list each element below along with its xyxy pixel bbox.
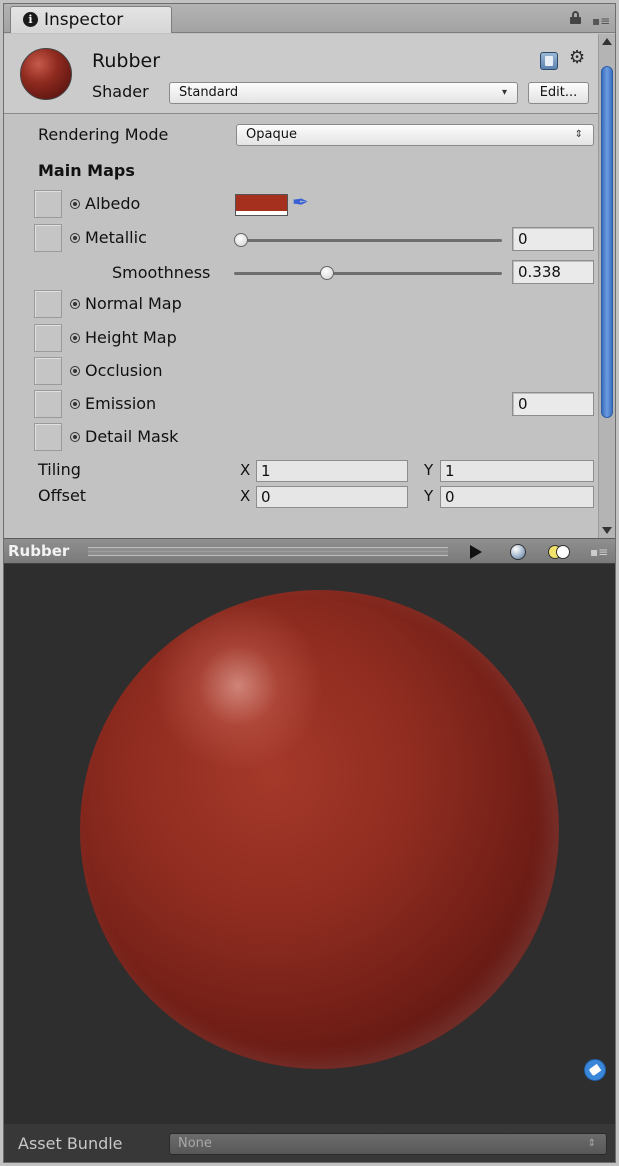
preview-title: Rubber [8, 542, 70, 560]
inspector-scrollbar[interactable] [598, 34, 615, 538]
offset-y-field[interactable]: 0 [440, 486, 594, 508]
occlusion-slot[interactable] [34, 357, 62, 385]
smoothness-slider[interactable] [234, 265, 502, 281]
shader-label: Shader [92, 82, 149, 101]
emission-value-field[interactable]: 0 [512, 392, 594, 416]
material-header: Rubber Shader ⚙ Standard ▾ Edit... [4, 34, 598, 114]
normal-map-slot[interactable] [34, 290, 62, 318]
slider-knob[interactable] [319, 266, 334, 280]
tab-inspector-label: Inspector [44, 10, 124, 30]
metallic-slider[interactable] [234, 232, 502, 248]
texture-picker-icon[interactable] [70, 432, 80, 442]
asset-bundle-label: Asset Bundle [18, 1134, 123, 1153]
eyedropper-icon[interactable]: ✒ [292, 190, 309, 214]
material-name: Rubber [92, 50, 161, 72]
dropdown-arrow-icon: ▾ [501, 87, 507, 98]
shader-dropdown-value: Standard [179, 85, 239, 100]
tiling-label: Tiling [38, 460, 81, 479]
emission-label: Emission [70, 394, 156, 413]
info-icon: i [23, 12, 38, 27]
panel-menu-icon[interactable]: ▪≡ [592, 14, 610, 28]
edit-shader-button[interactable]: Edit... [528, 82, 589, 104]
slider-track [234, 239, 502, 242]
asset-bundle-value: None [178, 1136, 212, 1151]
emission-slot[interactable] [34, 390, 62, 418]
help-book-icon[interactable] [540, 52, 558, 70]
offset-x-axis-label: X [240, 487, 251, 505]
texture-picker-icon[interactable] [70, 366, 80, 376]
preview-toolbar[interactable]: Rubber ▪≡ [4, 538, 615, 564]
height-map-label: Height Map [70, 328, 177, 347]
albedo-color-swatch[interactable] [235, 194, 288, 216]
slider-track [234, 272, 502, 275]
play-icon[interactable] [470, 545, 482, 559]
metallic-texture-slot[interactable] [34, 224, 62, 252]
texture-picker-icon[interactable] [70, 299, 80, 309]
tiling-x-axis-label: X [240, 461, 251, 479]
rendering-mode-dropdown[interactable]: Opaque ⇕ [236, 124, 594, 146]
tag-icon[interactable] [584, 1059, 606, 1081]
metallic-label: Metallic [70, 228, 147, 247]
offset-label: Offset [38, 486, 87, 505]
gear-icon[interactable]: ⚙ [569, 47, 585, 68]
lock-icon[interactable] [570, 11, 581, 24]
updown-arrow-icon: ⇕ [587, 1138, 596, 1149]
material-preview[interactable] [4, 564, 615, 1124]
height-map-slot[interactable] [34, 324, 62, 352]
tiling-y-axis-label: Y [424, 461, 434, 479]
offset-y-axis-label: Y [424, 487, 434, 505]
detail-mask-slot[interactable] [34, 423, 62, 451]
scroll-thumb[interactable] [601, 66, 613, 418]
texture-picker-icon[interactable] [70, 333, 80, 343]
scroll-up-icon[interactable] [602, 38, 612, 45]
rendering-mode-value: Opaque [246, 127, 297, 142]
tab-inspector[interactable]: i Inspector [10, 6, 172, 33]
texture-picker-icon[interactable] [70, 399, 80, 409]
material-thumbnail [20, 48, 72, 100]
tiling-y-field[interactable]: 1 [440, 460, 594, 482]
occlusion-label: Occlusion [70, 361, 162, 380]
smoothness-value-field[interactable]: 0.338 [512, 260, 594, 284]
asset-bundle-dropdown[interactable]: None ⇕ [169, 1133, 607, 1155]
updown-arrow-icon: ⇕ [574, 129, 583, 140]
shader-dropdown[interactable]: Standard ▾ [169, 82, 518, 104]
texture-picker-icon[interactable] [70, 199, 80, 209]
texture-picker-icon[interactable] [70, 233, 80, 243]
albedo-label: Albedo [70, 194, 140, 213]
tab-bar: i Inspector ▪≡ [4, 4, 615, 33]
metallic-value-field[interactable]: 0 [512, 227, 594, 251]
tiling-x-field[interactable]: 1 [256, 460, 408, 482]
asset-bundle-bar: Asset Bundle None ⇕ [4, 1124, 615, 1162]
normal-map-label: Normal Map [70, 294, 182, 313]
inspector-window: i Inspector ▪≡ Rubber Shader ⚙ Standard … [3, 3, 616, 1163]
preview-menu-icon[interactable]: ▪≡ [590, 545, 608, 559]
preview-sphere [80, 590, 559, 1069]
section-main-maps: Main Maps [38, 161, 135, 180]
albedo-texture-slot[interactable] [34, 190, 62, 218]
rendering-mode-label: Rendering Mode [38, 125, 169, 144]
smoothness-label: Smoothness [112, 263, 211, 282]
offset-x-field[interactable]: 0 [256, 486, 408, 508]
sphere-preview-icon[interactable] [510, 544, 526, 560]
slider-knob[interactable] [234, 233, 248, 247]
detail-mask-label: Detail Mask [70, 427, 178, 446]
resize-grip[interactable] [88, 547, 448, 556]
light-toggle-icon[interactable] [548, 545, 570, 559]
scroll-down-icon[interactable] [602, 527, 612, 534]
